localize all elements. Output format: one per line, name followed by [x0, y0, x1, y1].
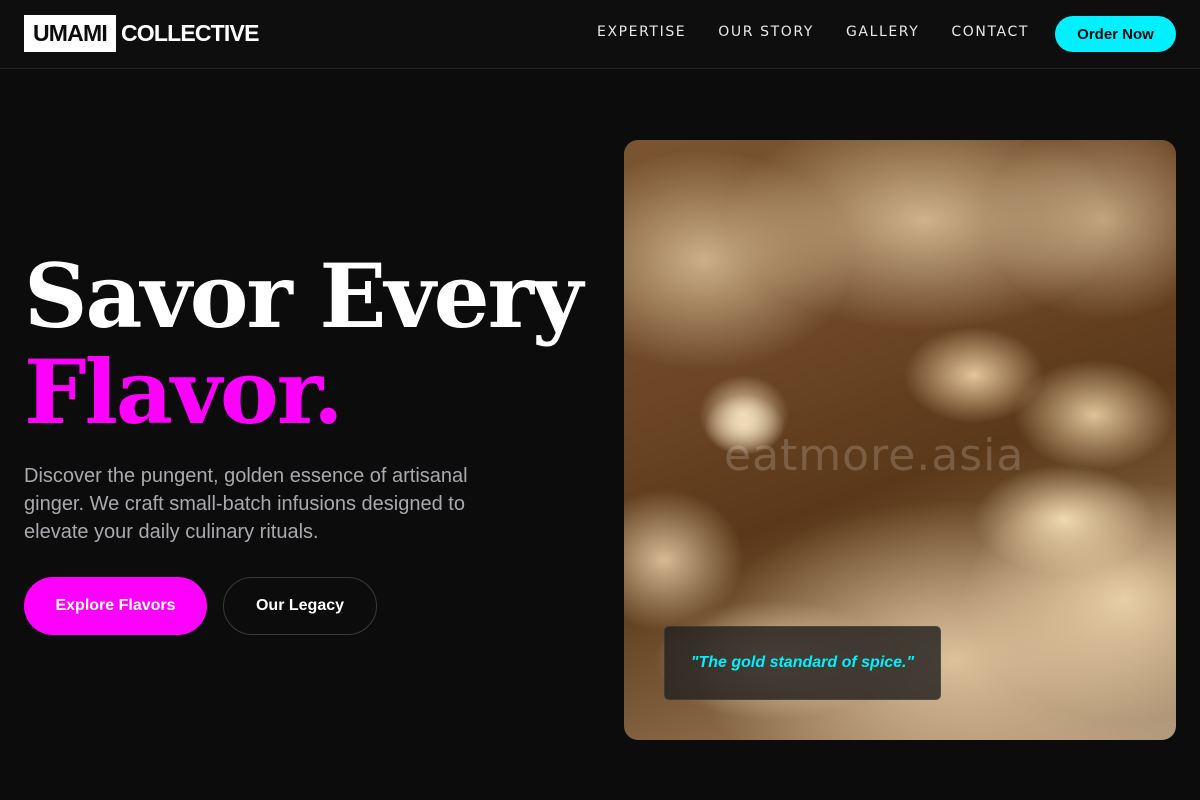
headline-line-2: Flavor. [24, 340, 344, 444]
our-legacy-button[interactable]: Our Legacy [223, 577, 377, 635]
headline-line-1: Savor Every [24, 244, 583, 348]
nav-link-gallery[interactable]: GALLERY [846, 22, 919, 43]
nav-link-contact[interactable]: CONTACT [951, 22, 1029, 43]
order-now-button[interactable]: Order Now [1055, 16, 1176, 52]
nav-link-our-story[interactable]: OUR STORY [718, 22, 814, 43]
logo-mark: UMAMI [24, 15, 116, 52]
quote-card: "The gold standard of spice." [664, 626, 941, 700]
site-header: UMAMI COLLECTIVE EXPERTISE OUR STORY GAL… [0, 0, 1200, 69]
quote-text: "The gold standard of spice." [690, 654, 915, 671]
explore-flavors-button[interactable]: Explore Flavors [24, 577, 207, 635]
logo-wordmark: COLLECTIVE [120, 20, 259, 46]
image-watermark: eatmore.asia [724, 430, 1025, 481]
nav-link-expertise[interactable]: EXPERTISE [597, 22, 686, 43]
main-nav: EXPERTISE OUR STORY GALLERY CONTACT [597, 22, 1029, 43]
brand-logo[interactable]: UMAMI COLLECTIVE [24, 15, 259, 52]
hero-image: eatmore.asia "The gold standard of spice… [624, 140, 1176, 740]
hero-headline: Savor Every Flavor. [24, 244, 583, 444]
hero-description: Discover the pungent, golden essence of … [24, 465, 468, 543]
